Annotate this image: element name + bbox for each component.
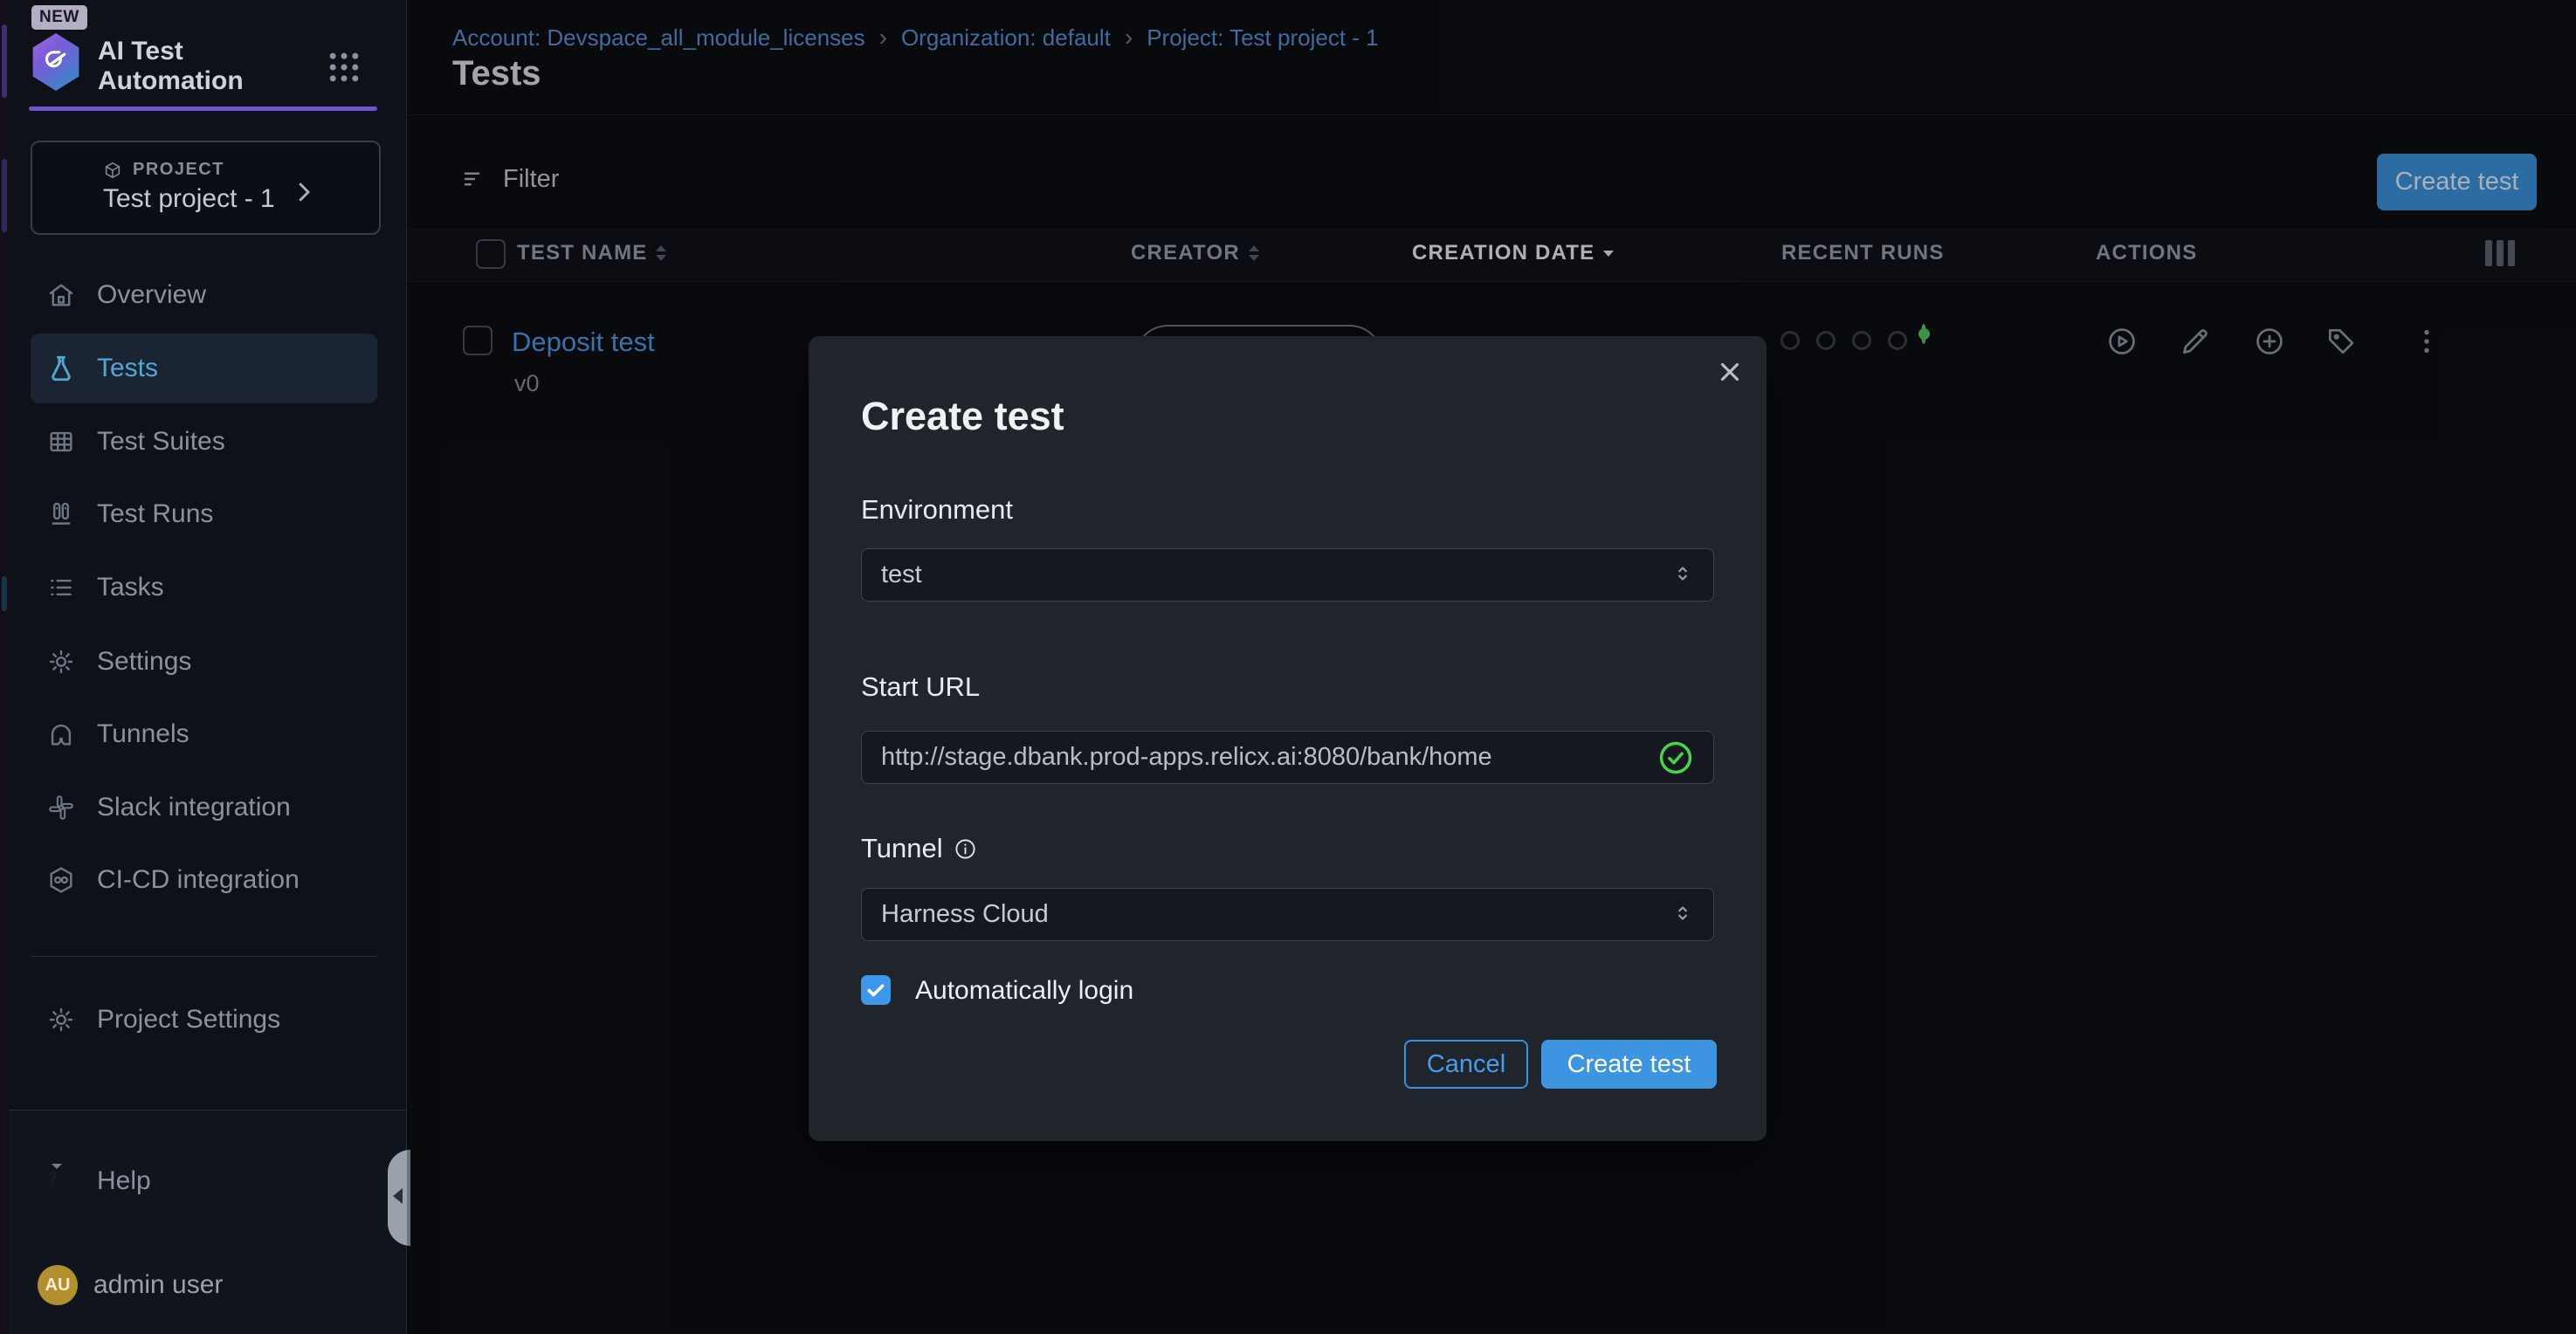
sidebar-item-label: Project Settings xyxy=(97,1005,280,1035)
info-icon[interactable] xyxy=(954,837,977,861)
sidebar-item-label: Test Suites xyxy=(97,427,225,457)
home-icon xyxy=(46,280,76,310)
sidebar-item-project-settings[interactable]: Project Settings xyxy=(31,985,377,1055)
new-badge: NEW xyxy=(31,5,87,30)
sidebar-item-label: Tasks xyxy=(97,573,164,602)
sidebar-item-slack-integration[interactable]: Slack integration xyxy=(31,773,377,842)
auto-login-label: Automatically login xyxy=(915,976,1133,1006)
sidebar-item-overview[interactable]: Overview xyxy=(31,260,377,330)
brand-underline xyxy=(29,107,377,111)
user-name: admin user xyxy=(93,1270,223,1300)
tasks-icon xyxy=(46,573,76,602)
sidebar-divider xyxy=(31,956,377,957)
tunnel-icon xyxy=(46,719,76,749)
project-selector-label: PROJECT xyxy=(133,160,224,180)
environment-value: test xyxy=(881,560,1671,589)
sidebar-item-label: Test Runs xyxy=(97,499,213,529)
sidebar-item-label: Overview xyxy=(97,280,206,310)
sidebar-item-test-runs[interactable]: Test Runs xyxy=(31,479,377,549)
sidebar-item-tunnels[interactable]: Tunnels xyxy=(31,699,377,769)
start-url-label: Start URL xyxy=(861,671,980,703)
cube-icon xyxy=(103,161,122,180)
check-icon xyxy=(864,978,888,1002)
tunnel-value: Harness Cloud xyxy=(881,900,1671,929)
sidebar-item-help[interactable]: ? Help xyxy=(31,1146,377,1216)
tunnel-label: Tunnel xyxy=(861,833,977,864)
sidebar-item-tasks[interactable]: Tasks xyxy=(31,553,377,622)
sidebar-item-label: Help xyxy=(97,1166,151,1196)
gear-icon xyxy=(46,1005,76,1035)
flask-icon xyxy=(46,354,76,383)
avatar: AU xyxy=(38,1265,78,1305)
app-title: AI Test Automation xyxy=(98,37,272,96)
module-strip-accent xyxy=(2,24,7,98)
user-menu[interactable]: AU admin user xyxy=(31,1250,377,1320)
sidebar-item-tests[interactable]: Tests xyxy=(31,334,377,403)
environment-select[interactable]: test xyxy=(861,548,1714,602)
close-icon[interactable] xyxy=(1715,357,1745,387)
sidebar-item-cicd-integration[interactable]: CI-CD integration xyxy=(31,845,377,915)
project-selector[interactable]: PROJECT Test project - 1 xyxy=(31,141,381,235)
sidebar-item-label: CI-CD integration xyxy=(97,865,300,895)
create-test-modal: Create test Environment test Start URL h… xyxy=(809,336,1767,1141)
cicd-icon xyxy=(46,865,76,895)
tunnel-select[interactable]: Harness Cloud xyxy=(861,888,1714,941)
logo-glyph-icon xyxy=(40,45,72,79)
grid-icon xyxy=(46,427,76,457)
sidebar-item-label: Tunnels xyxy=(97,719,189,749)
module-strip-accent xyxy=(2,159,7,232)
chat-question-icon: ? xyxy=(46,1166,76,1196)
select-chevrons-icon xyxy=(1671,562,1694,588)
test-runs-icon xyxy=(46,499,76,529)
start-url-value: http://stage.dbank.prod-apps.relicx.ai:8… xyxy=(881,743,1657,772)
create-test-submit-button[interactable]: Create test xyxy=(1541,1040,1717,1089)
environment-label: Environment xyxy=(861,494,1013,526)
sidebar-item-label: Settings xyxy=(97,647,191,677)
gear-icon xyxy=(46,647,76,677)
sidebar-item-settings[interactable]: Settings xyxy=(31,627,377,697)
chevron-right-icon xyxy=(291,179,317,205)
tunnel-label-text: Tunnel xyxy=(861,833,943,864)
module-nav-strip xyxy=(0,0,9,1334)
sidebar-item-label: Tests xyxy=(97,354,158,383)
slack-icon xyxy=(46,793,76,822)
app-root: NEW AI Test Automation PROJECT Test proj… xyxy=(0,0,2576,1334)
sidebar-item-label: Slack integration xyxy=(97,793,291,822)
module-strip-accent xyxy=(2,576,7,611)
apps-grid-icon[interactable] xyxy=(325,48,363,86)
cancel-button[interactable]: Cancel xyxy=(1404,1040,1528,1089)
auto-login-checkbox[interactable] xyxy=(861,975,891,1005)
url-valid-check-icon xyxy=(1657,739,1694,776)
sidebar-item-test-suites[interactable]: Test Suites xyxy=(31,407,377,477)
select-chevrons-icon xyxy=(1671,902,1694,928)
modal-title: Create test xyxy=(861,394,1064,439)
project-selector-value: Test project - 1 xyxy=(103,184,275,214)
start-url-input[interactable]: http://stage.dbank.prod-apps.relicx.ai:8… xyxy=(861,731,1714,784)
